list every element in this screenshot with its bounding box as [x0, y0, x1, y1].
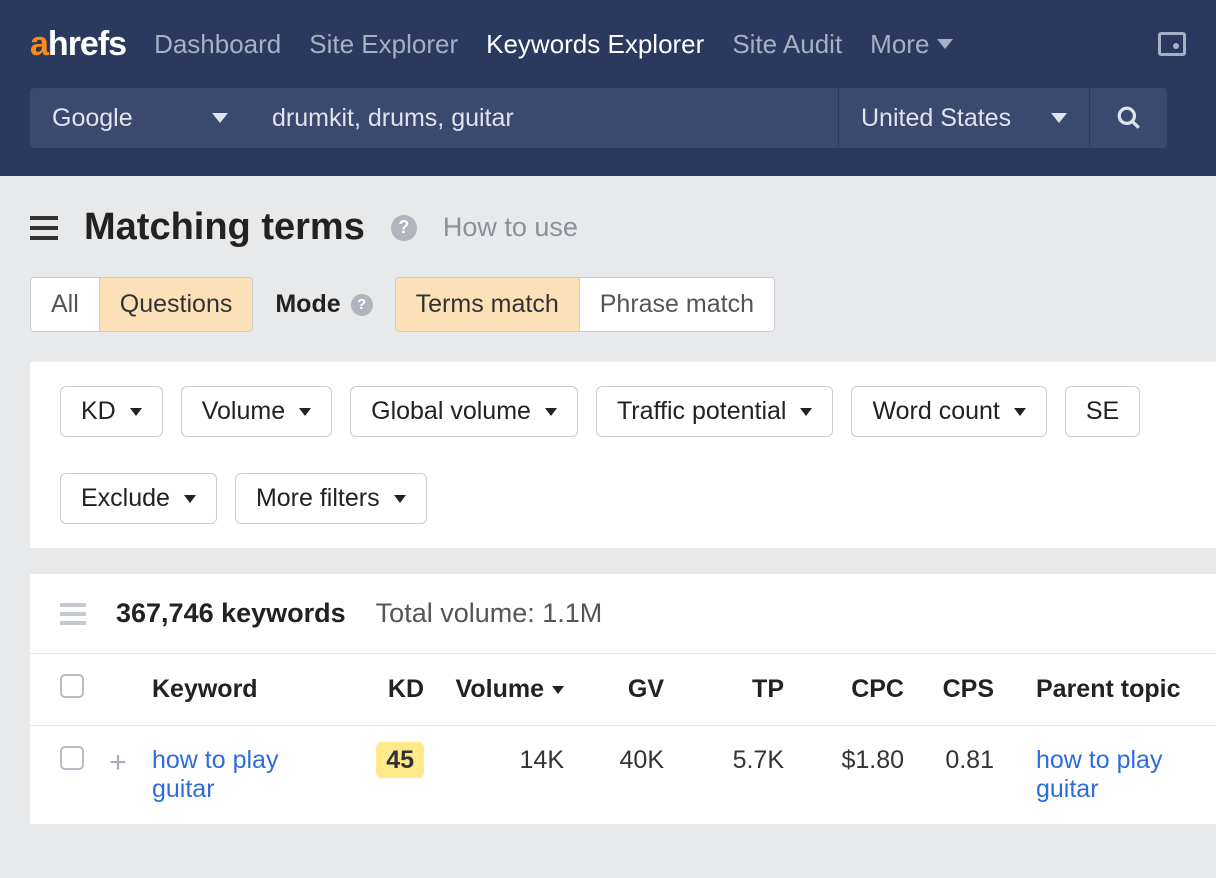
cell-cps: 0.81	[916, 726, 1006, 825]
sort-desc-icon	[552, 686, 564, 694]
filter-label: SE	[1086, 397, 1119, 426]
page-title: Matching terms	[84, 206, 365, 249]
help-icon[interactable]: ?	[351, 294, 373, 316]
table-row: + how to play guitar 45 14K 40K 5.7K $1.…	[30, 726, 1216, 825]
top-header: ahrefs Dashboard Site Explorer Keywords …	[0, 0, 1216, 176]
filter-label: KD	[81, 397, 116, 426]
content: Matching terms ? How to use All Question…	[0, 176, 1216, 824]
cell-gv: 40K	[576, 726, 676, 825]
col-cpc[interactable]: CPC	[796, 654, 916, 726]
chevron-down-icon	[184, 495, 196, 503]
tabs-row: All Questions Mode ? Terms match Phrase …	[30, 277, 1216, 332]
parent-topic-link[interactable]: how to play guitar	[1036, 746, 1204, 804]
col-tp[interactable]: TP	[676, 654, 796, 726]
cell-cpc: $1.80	[796, 726, 916, 825]
how-to-use-link[interactable]: How to use	[443, 212, 578, 243]
nav-keywords-explorer[interactable]: Keywords Explorer	[486, 29, 704, 60]
filter-more[interactable]: More filters	[235, 473, 427, 524]
chevron-down-icon	[394, 495, 406, 503]
engine-select-label: Google	[52, 104, 133, 133]
tab-phrase-match[interactable]: Phrase match	[580, 278, 774, 331]
col-volume[interactable]: Volume	[436, 654, 576, 726]
cell-volume: 14K	[436, 726, 576, 825]
display-icon[interactable]	[1158, 32, 1186, 56]
expand-icon[interactable]: +	[109, 746, 127, 779]
filter-volume[interactable]: Volume	[181, 386, 332, 437]
col-volume-label: Volume	[456, 675, 544, 704]
filter-label: Global volume	[371, 397, 531, 426]
row-checkbox[interactable]	[60, 746, 84, 770]
col-parent[interactable]: Parent topic	[1006, 654, 1216, 726]
chevron-down-icon	[212, 113, 228, 123]
logo-rest: hrefs	[48, 25, 126, 63]
chevron-down-icon	[545, 408, 557, 416]
col-gv[interactable]: GV	[576, 654, 676, 726]
nav-site-audit[interactable]: Site Audit	[732, 29, 842, 60]
filter-word-count[interactable]: Word count	[851, 386, 1046, 437]
chevron-down-icon	[299, 408, 311, 416]
col-kd[interactable]: KD	[360, 654, 436, 726]
logo[interactable]: ahrefs	[30, 25, 126, 64]
filter-exclude[interactable]: Exclude	[60, 473, 217, 524]
col-cps[interactable]: CPS	[916, 654, 1006, 726]
keyword-link[interactable]: how to play guitar	[152, 746, 332, 804]
filters-panel: KD Volume Global volume Traffic potentia…	[30, 362, 1216, 548]
results-table: Keyword KD Volume GV TP CPC CPS Parent t…	[30, 653, 1216, 824]
help-icon[interactable]: ?	[391, 215, 417, 241]
nav-more-label: More	[870, 29, 929, 60]
chevron-down-icon	[130, 408, 142, 416]
density-toggle[interactable]	[60, 603, 86, 625]
country-select[interactable]: United States	[838, 88, 1089, 148]
cell-tp: 5.7K	[676, 726, 796, 825]
kd-badge: 45	[376, 742, 424, 778]
table-summary: 367,746 keywords Total volume: 1.1M	[30, 574, 1216, 653]
keyword-count: 367,746 keywords	[116, 598, 346, 629]
search-input[interactable]	[250, 88, 838, 148]
chevron-down-icon	[1014, 408, 1026, 416]
chevron-down-icon	[1051, 113, 1067, 123]
tab-all[interactable]: All	[31, 278, 100, 331]
tab-terms-match[interactable]: Terms match	[396, 278, 580, 331]
sidebar-toggle[interactable]	[30, 216, 58, 240]
filter-label: Word count	[872, 397, 999, 426]
nav-dashboard[interactable]: Dashboard	[154, 29, 281, 60]
engine-select[interactable]: Google	[30, 88, 250, 148]
nav-row: ahrefs Dashboard Site Explorer Keywords …	[0, 0, 1216, 88]
total-volume: Total volume: 1.1M	[376, 598, 603, 629]
table-header-row: Keyword KD Volume GV TP CPC CPS Parent t…	[30, 654, 1216, 726]
filter-traffic-potential[interactable]: Traffic potential	[596, 386, 834, 437]
filter-label: Volume	[202, 397, 285, 426]
filter-label: More filters	[256, 484, 380, 513]
col-keyword[interactable]: Keyword	[140, 654, 360, 726]
mode-label: Mode ?	[275, 290, 372, 319]
chevron-down-icon	[800, 408, 812, 416]
search-row: Google United States	[0, 88, 1216, 176]
table-panel: 367,746 keywords Total volume: 1.1M Keyw…	[30, 574, 1216, 824]
tab-group-mode: Terms match Phrase match	[395, 277, 775, 332]
tab-questions[interactable]: Questions	[100, 278, 253, 331]
search-icon	[1116, 105, 1142, 131]
filter-kd[interactable]: KD	[60, 386, 163, 437]
select-all-checkbox[interactable]	[60, 674, 84, 698]
nav-site-explorer[interactable]: Site Explorer	[309, 29, 458, 60]
logo-letter-a: a	[30, 25, 48, 63]
filter-serp[interactable]: SE	[1065, 386, 1140, 437]
mode-label-text: Mode	[275, 290, 340, 319]
nav-more[interactable]: More	[870, 29, 953, 60]
filter-global-volume[interactable]: Global volume	[350, 386, 578, 437]
country-select-label: United States	[861, 104, 1011, 133]
filter-label: Traffic potential	[617, 397, 787, 426]
tab-group-type: All Questions	[30, 277, 253, 332]
filter-label: Exclude	[81, 484, 170, 513]
search-button[interactable]	[1089, 88, 1167, 148]
chevron-down-icon	[937, 39, 953, 49]
page-title-row: Matching terms ? How to use	[30, 206, 1216, 249]
